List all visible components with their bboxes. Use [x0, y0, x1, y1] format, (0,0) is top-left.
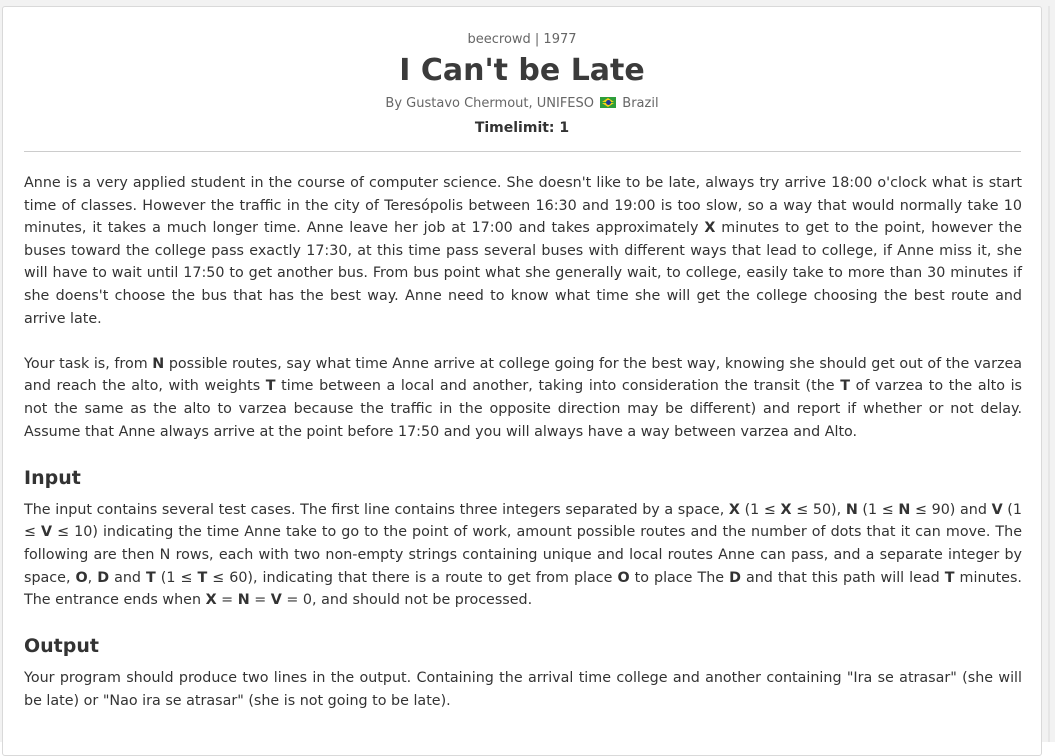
author-country: Brazil	[622, 96, 659, 111]
brazil-flag-icon	[600, 97, 617, 108]
problem-panel: beecrowd | 1977 I Can't be Late By Gusta…	[2, 6, 1042, 756]
problem-title: I Can't be Late	[399, 53, 645, 88]
output-paragraph: Your program should produce two lines in…	[24, 670, 1022, 709]
problem-timelimit: Timelimit: 1	[474, 120, 570, 136]
problem-header: beecrowd | 1977 I Can't be Late By Gusta…	[3, 7, 1041, 137]
scrollbar-edge[interactable]	[1048, 6, 1050, 742]
output-heading: Output	[24, 635, 99, 658]
problem-source: beecrowd | 1977	[467, 32, 577, 47]
input-heading: Input	[24, 466, 81, 489]
description-paragraph-1: Anne is a very applied student in the co…	[24, 175, 1022, 327]
problem-author: By Gustavo Chermout, UNIFESO Brazil	[3, 96, 1041, 112]
problem-content: Anne is a very applied student in the co…	[3, 152, 1041, 712]
description-paragraph-2: Your task is, from N possible routes, sa…	[24, 355, 1023, 440]
input-paragraph: The input contains several test cases. T…	[24, 501, 1022, 609]
author-text: By Gustavo Chermout, UNIFESO	[385, 96, 594, 111]
